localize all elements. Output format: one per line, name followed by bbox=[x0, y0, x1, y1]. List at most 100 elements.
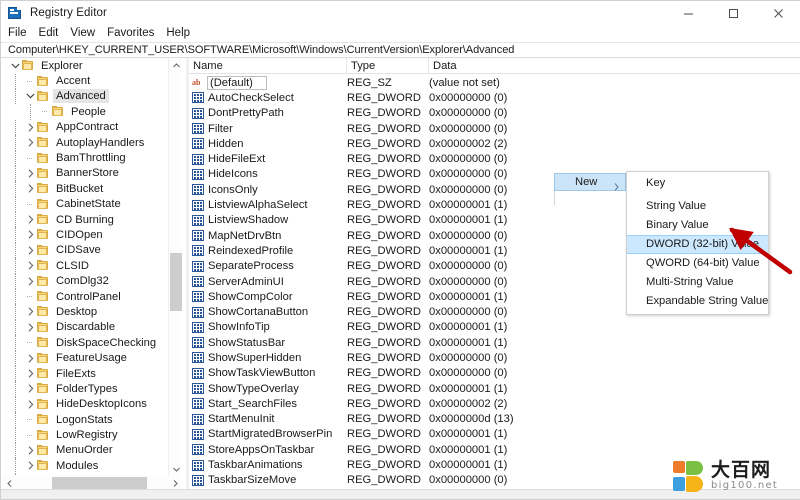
value-row[interactable]: Hidden REG_DWORD 0x00000002 (2) bbox=[189, 136, 800, 151]
tree-item-explorer[interactable]: Explorer bbox=[2, 58, 168, 73]
column-header-type[interactable]: Type bbox=[347, 58, 429, 74]
dword-value-icon bbox=[192, 245, 204, 257]
menu-favorites[interactable]: Favorites bbox=[107, 25, 161, 42]
chevron-right-icon[interactable] bbox=[25, 258, 36, 273]
chevron-right-icon[interactable] bbox=[25, 227, 36, 242]
context-menu-item-new[interactable]: New bbox=[554, 173, 626, 191]
value-row[interactable]: ShowTypeOverlay REG_DWORD 0x00000001 (1) bbox=[189, 381, 800, 396]
value-row[interactable]: ShowInfoTip REG_DWORD 0x00000001 (1) bbox=[189, 320, 800, 335]
submenu-item-binary-value[interactable]: Binary Value bbox=[627, 216, 768, 235]
chevron-right-icon[interactable] bbox=[25, 135, 36, 150]
tree-item-autoplayhandlers[interactable]: AutoplayHandlers bbox=[2, 135, 168, 151]
tree-guide-line bbox=[15, 135, 16, 151]
value-row[interactable]: StartMenuInit REG_DWORD 0x0000000d (13) bbox=[189, 412, 800, 427]
tree-item-controlpanel[interactable]: ControlPanel bbox=[2, 289, 168, 305]
tree-item-cd-burning[interactable]: CD Burning bbox=[2, 212, 168, 228]
chevron-right-icon[interactable] bbox=[25, 351, 36, 366]
value-row[interactable]: DontPrettyPath REG_DWORD 0x00000000 (0) bbox=[189, 106, 800, 121]
tree-indent bbox=[2, 458, 25, 474]
tree-item-diskspacechecking[interactable]: DiskSpaceChecking bbox=[2, 335, 168, 351]
chevron-right-icon[interactable] bbox=[25, 181, 36, 196]
tree-item-cidopen[interactable]: CIDOpen bbox=[2, 227, 168, 243]
chevron-right-icon[interactable] bbox=[25, 304, 36, 319]
value-row[interactable]: StartMigratedBrowserPin REG_DWORD 0x000000… bbox=[189, 427, 800, 442]
chevron-right-icon[interactable] bbox=[25, 381, 36, 396]
tree-item-foldertypes[interactable]: FolderTypes bbox=[2, 381, 168, 397]
tree-item-featureusage[interactable]: FeatureUsage bbox=[2, 350, 168, 366]
tree-vertical-scrollbar[interactable] bbox=[168, 58, 182, 476]
chevron-right-icon[interactable] bbox=[25, 212, 36, 227]
chevron-right-icon[interactable] bbox=[25, 397, 36, 412]
value-row[interactable]: ab (Default) REG_SZ (value not set) bbox=[189, 75, 800, 90]
tree-item-discardable[interactable]: Discardable bbox=[2, 319, 168, 336]
chevron-right-icon[interactable] bbox=[25, 366, 36, 381]
address-bar[interactable]: Computer\HKEY_CURRENT_USER\SOFTWARE\Micr… bbox=[1, 42, 800, 58]
scroll-down-icon[interactable] bbox=[169, 462, 183, 476]
tree-indent bbox=[2, 165, 25, 182]
tree-item-accent[interactable]: Accent bbox=[2, 73, 168, 89]
chevron-right-icon[interactable] bbox=[25, 243, 36, 258]
tree-item-fileexts[interactable]: FileExts bbox=[2, 366, 168, 382]
tree-item-desktop[interactable]: Desktop bbox=[2, 304, 168, 320]
value-row[interactable]: ShowStatusBar REG_DWORD 0x00000001 (1) bbox=[189, 335, 800, 350]
chevron-right-icon[interactable] bbox=[25, 274, 36, 289]
tree-item-advanced[interactable]: Advanced bbox=[2, 88, 168, 105]
scroll-left-icon[interactable] bbox=[2, 476, 16, 490]
submenu-item-expandable-string-value[interactable]: Expandable String Value bbox=[627, 292, 768, 311]
tree-item-cidsave[interactable]: CIDSave bbox=[2, 242, 168, 259]
value-row[interactable]: HideFileExt REG_DWORD 0x00000000 (0) bbox=[189, 151, 800, 166]
tree-item-appcontract[interactable]: AppContract bbox=[2, 119, 168, 136]
tree-item-bannerstore[interactable]: BannerStore bbox=[2, 165, 168, 182]
value-row[interactable]: AutoCheckSelect REG_DWORD 0x00000000 (0) bbox=[189, 90, 800, 105]
value-row[interactable]: Start_SearchFiles REG_DWORD 0x00000002 (2) bbox=[189, 396, 800, 411]
chevron-right-icon[interactable] bbox=[25, 166, 36, 181]
column-header-name[interactable]: Name bbox=[189, 58, 347, 74]
registry-tree[interactable]: Explorer Accent Advanced People AppContract A… bbox=[2, 58, 168, 476]
tree-hscroll-thumb[interactable] bbox=[52, 477, 147, 489]
tree-guide-line bbox=[15, 73, 16, 89]
new-value-submenu[interactable]: Key String Value Binary Value DWORD (32-bit… bbox=[626, 171, 769, 315]
submenu-item-dword-32-bit-value[interactable]: DWORD (32-bit) Value bbox=[627, 235, 768, 254]
menu-view[interactable]: View bbox=[70, 25, 102, 42]
minimize-button[interactable] bbox=[666, 1, 711, 25]
tree-item-modules[interactable]: Modules bbox=[2, 458, 168, 474]
tree-item-hidedesktopicons[interactable]: HideDesktopIcons bbox=[2, 396, 168, 413]
tree-horizontal-scrollbar[interactable] bbox=[2, 476, 182, 490]
tree-item-cabinetstate[interactable]: CabinetState bbox=[2, 196, 168, 213]
value-row[interactable]: ShowSuperHidden REG_DWORD 0x00000000 (0) bbox=[189, 350, 800, 365]
submenu-item-key[interactable]: Key bbox=[627, 174, 768, 193]
tree-scroll-thumb[interactable] bbox=[170, 253, 182, 311]
menu-file[interactable]: File bbox=[8, 25, 34, 42]
column-header-data[interactable]: Data bbox=[429, 58, 800, 74]
tree-item-menuorder[interactable]: MenuOrder bbox=[2, 442, 168, 459]
registry-editor-window: Registry Editor File Edit View Favorites… bbox=[0, 0, 800, 500]
chevron-right-icon[interactable] bbox=[25, 120, 36, 135]
submenu-item-multi-string-value[interactable]: Multi-String Value bbox=[627, 273, 768, 292]
tree-item-people[interactable]: People bbox=[2, 104, 168, 120]
scroll-up-icon[interactable] bbox=[169, 58, 183, 72]
submenu-item-qword-64-bit-value[interactable]: QWORD (64-bit) Value bbox=[627, 254, 768, 273]
menu-help[interactable]: Help bbox=[166, 25, 197, 42]
chevron-down-icon[interactable] bbox=[25, 89, 36, 104]
scroll-right-icon[interactable] bbox=[168, 476, 182, 490]
chevron-right-icon[interactable] bbox=[25, 443, 36, 458]
tree-item-logonstats[interactable]: LogonStats bbox=[2, 412, 168, 428]
tree-item-label: Advanced bbox=[53, 89, 109, 104]
value-row[interactable]: Filter REG_DWORD 0x00000000 (0) bbox=[189, 121, 800, 136]
chevron-right-icon[interactable] bbox=[25, 458, 36, 473]
submenu-item-string-value[interactable]: String Value bbox=[627, 197, 768, 216]
chevron-right-icon[interactable] bbox=[25, 320, 36, 335]
folder-icon bbox=[36, 75, 49, 87]
registry-editor-icon bbox=[8, 6, 24, 20]
value-row[interactable]: ShowTaskViewButton REG_DWORD 0x00000000 (0… bbox=[189, 366, 800, 381]
tree-item-label: FolderTypes bbox=[56, 382, 118, 395]
tree-item-lowregistry[interactable]: LowRegistry bbox=[2, 427, 168, 443]
menu-edit[interactable]: Edit bbox=[39, 25, 66, 42]
chevron-down-icon[interactable] bbox=[10, 58, 21, 73]
close-button[interactable] bbox=[756, 1, 800, 25]
tree-item-bamthrottling[interactable]: BamThrottling bbox=[2, 150, 168, 166]
tree-item-clsid[interactable]: CLSID bbox=[2, 258, 168, 274]
maximize-button[interactable] bbox=[711, 1, 756, 25]
tree-item-bitbucket[interactable]: BitBucket bbox=[2, 181, 168, 197]
tree-item-comdlg32[interactable]: ComDlg32 bbox=[2, 273, 168, 290]
